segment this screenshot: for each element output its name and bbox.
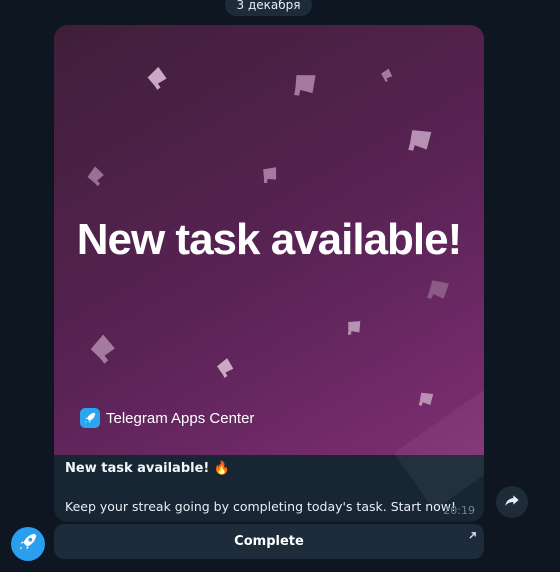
message-banner-image[interactable]: New task available! Telegram Apps Center (54, 25, 484, 455)
complete-button-label: Complete (234, 534, 304, 549)
megaphone-icon (378, 64, 399, 85)
brand-row: Telegram Apps Center (80, 408, 254, 428)
date-separator: 3 декабря (225, 0, 312, 16)
megaphone-icon (283, 59, 333, 109)
message-title: New task available! 🔥 (65, 461, 231, 476)
rocket-icon (17, 531, 39, 557)
brand-name: Telegram Apps Center (106, 409, 255, 427)
complete-button[interactable]: Complete (54, 524, 484, 559)
banner-headline: New task available! (76, 215, 463, 264)
megaphone-icon (211, 350, 243, 382)
share-icon (504, 492, 520, 512)
share-button[interactable] (496, 486, 528, 518)
megaphone-icon (412, 383, 445, 416)
external-link-icon (468, 529, 477, 539)
megaphone-icon (79, 156, 115, 192)
megaphone-icon (80, 321, 130, 371)
message-time: 20:19 (443, 504, 475, 517)
megaphone-icon (397, 114, 449, 166)
megaphone-icon (256, 158, 288, 190)
message-text: Keep your streak going by completing tod… (65, 499, 457, 514)
megaphone-icon (417, 266, 464, 313)
rocket-icon (80, 408, 100, 428)
megaphone-icon (140, 57, 178, 95)
message-bubble: New task available! Telegram Apps Center… (54, 25, 484, 522)
bot-avatar[interactable] (11, 527, 45, 561)
megaphone-icon (341, 312, 372, 343)
